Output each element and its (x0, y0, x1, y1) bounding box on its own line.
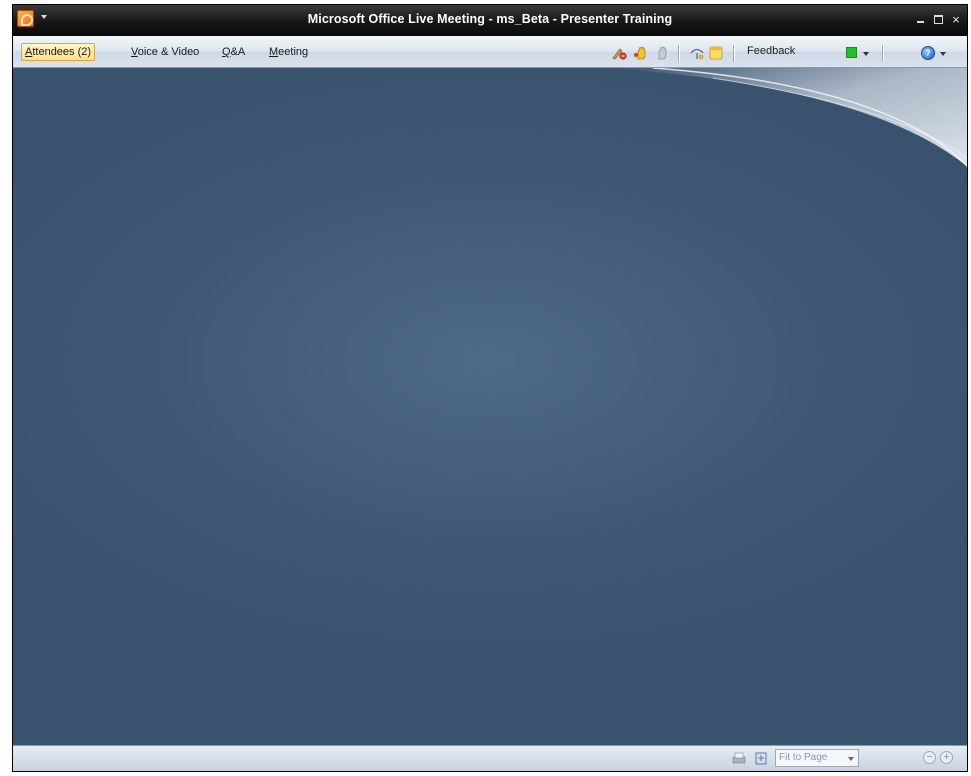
notes-icon[interactable] (708, 46, 724, 60)
print-icon[interactable] (731, 751, 747, 766)
feedback-status-swatch[interactable] (846, 47, 857, 58)
attendee-permissions-icon[interactable] (611, 46, 627, 60)
help-icon[interactable]: ? (921, 46, 935, 60)
menu-attendees[interactable]: Attendees (2) (21, 43, 96, 61)
status-bar: Fit to Page − + (13, 745, 967, 771)
lobby-icon[interactable] (689, 46, 705, 60)
toolbar-separator (882, 45, 883, 62)
presentation-stage (13, 68, 967, 748)
maximize-button[interactable] (931, 14, 945, 24)
toolbar-separator (678, 45, 679, 62)
help-dropdown-icon[interactable] (940, 52, 946, 56)
zoom-dropdown-icon[interactable] (848, 757, 854, 761)
title-bar: Microsoft Office Live Meeting - ms_Beta … (13, 5, 967, 36)
menu-voice-video[interactable]: Voice & Video (127, 43, 203, 61)
menu-qa[interactable]: Q&A (218, 43, 249, 61)
feedback-dropdown-icon[interactable] (863, 52, 869, 56)
live-meeting-window: Microsoft Office Live Meeting - ms_Beta … (12, 4, 968, 772)
zoom-select[interactable]: Fit to Page (775, 749, 859, 767)
fit-page-icon[interactable] (753, 751, 769, 766)
menu-bar: Attendees (2) Voice & Video Q&A Meeting … (13, 36, 967, 68)
zoom-in-button[interactable]: + (940, 751, 953, 764)
feedback-label[interactable]: Feedback (747, 45, 795, 57)
minimize-button[interactable] (913, 17, 927, 23)
cancel-hand-icon[interactable] (655, 46, 671, 60)
stage-swoosh-decoration (613, 68, 967, 168)
menu-meeting[interactable]: Meeting (265, 43, 312, 61)
zoom-out-button[interactable]: − (923, 751, 936, 764)
zoom-select-value: Fit to Page (779, 752, 828, 763)
raise-hand-icon[interactable] (633, 46, 649, 60)
toolbar-separator (733, 45, 734, 62)
close-button[interactable]: × (949, 13, 963, 26)
window-title: Microsoft Office Live Meeting - ms_Beta … (307, 12, 673, 26)
